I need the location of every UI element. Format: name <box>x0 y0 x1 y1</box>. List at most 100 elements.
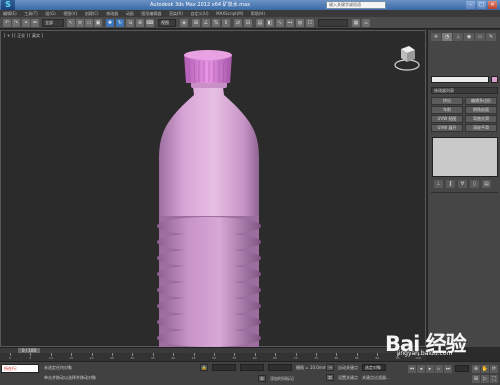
menu-item-edit[interactable]: 编辑(E) <box>0 10 20 17</box>
track-bar[interactable]: 0 5 10 15 20 25 30 35 40 45 50 55 60 65 70 75 80 85 90 95 10… <box>0 353 426 361</box>
field-of-view-icon[interactable]: ▷ <box>481 375 489 383</box>
lock-selection-icon[interactable]: 🔒 <box>200 364 208 371</box>
pan-view-icon[interactable]: ✋ <box>481 365 489 373</box>
x-coordinate-field[interactable] <box>212 364 236 371</box>
unlink-icon[interactable]: ⚮ <box>31 19 39 27</box>
orbit-icon[interactable]: ⟳ <box>490 365 498 373</box>
menu-item-create[interactable]: 创建(C) <box>82 10 102 17</box>
select-rotate-icon[interactable]: ↻ <box>116 19 124 27</box>
menu-item-group[interactable]: 组(G) <box>42 10 58 17</box>
menu-item-animation[interactable]: 动画 <box>123 10 137 17</box>
manipulate-icon[interactable]: ⊕ <box>136 19 144 27</box>
modifier-list-dropdown[interactable]: 修改器列表 <box>431 87 498 94</box>
maximize-viewport-icon[interactable]: ⛶ <box>490 375 498 383</box>
object-color-swatch[interactable] <box>491 76 498 83</box>
zoom-viewport-icon[interactable]: ⊕ <box>472 365 480 373</box>
select-by-name-icon[interactable]: ≡ <box>76 19 84 27</box>
modifier-button[interactable]: 涡轮平滑 <box>465 124 497 132</box>
modifier-button[interactable]: 编辑多边形 <box>465 97 497 105</box>
menu-item-customize[interactable]: 自定义(U) <box>188 10 212 17</box>
modifier-button[interactable]: 车削 <box>431 106 463 114</box>
link-icon[interactable]: ⚭ <box>22 19 30 27</box>
mirror-icon[interactable]: ⇄ <box>234 19 242 27</box>
window-crossing-icon[interactable]: ▣ <box>94 19 102 27</box>
viewcube-icon[interactable] <box>393 43 421 73</box>
remove-modifier-icon[interactable]: ▯ <box>470 180 479 188</box>
next-frame-icon[interactable]: ▹ <box>435 365 443 373</box>
current-frame-field[interactable] <box>455 365 469 372</box>
spinner-snap-icon[interactable]: ⇕ <box>222 19 230 27</box>
menu-item-modifiers[interactable]: 修改器 <box>103 10 121 17</box>
modifier-button[interactable]: 弯曲光滑 <box>465 115 497 123</box>
menu-item-graph-editors[interactable]: 图形编辑器 <box>138 10 164 17</box>
select-object-icon[interactable]: ↖ <box>67 19 75 27</box>
modify-tab-icon[interactable]: ◔ <box>442 33 452 41</box>
selected-dropdown[interactable]: 选定对象 <box>362 364 386 371</box>
layer-manager-icon[interactable]: ▤ <box>256 19 264 27</box>
motion-tab-icon[interactable]: ◉ <box>464 33 474 41</box>
maxscript-listener-field[interactable]: 所在行: <box>1 364 39 373</box>
y-coordinate-field[interactable] <box>240 364 264 371</box>
pin-stack-icon[interactable]: ⊥ <box>434 180 443 188</box>
render-frame-icon[interactable]: ▦ <box>352 19 360 27</box>
show-end-result-icon[interactable]: ‖ <box>446 180 455 188</box>
go-to-start-icon[interactable]: ⏮ <box>408 365 416 373</box>
search-input[interactable]: 键入关键字或短语 <box>326 1 386 9</box>
object-name-field[interactable] <box>431 76 489 83</box>
menu-item-maxscript[interactable]: MAXScript(M) <box>213 10 246 17</box>
render-production-icon[interactable]: ☕ <box>362 19 370 27</box>
perspective-viewport[interactable]: [ + ] [ 正交 ] [ 真实 ] <box>0 30 427 348</box>
auto-key-label[interactable]: 自动关键点 <box>338 365 358 371</box>
key-filters-button[interactable]: 关键点过滤器... <box>362 375 390 381</box>
maximize-button[interactable]: □ <box>477 1 486 9</box>
graphite-icon[interactable]: ◧ <box>266 19 274 27</box>
time-tag-icon[interactable]: ⏲ <box>258 375 266 382</box>
redo-icon[interactable]: ↷ <box>12 19 20 27</box>
material-editor-icon[interactable]: ◍ <box>296 19 304 27</box>
menu-item-help[interactable]: 帮助(H) <box>248 10 268 17</box>
play-icon[interactable]: ▸ <box>426 365 434 373</box>
menu-item-views[interactable]: 视图(V) <box>60 10 80 17</box>
schematic-view-icon[interactable]: ⊶ <box>286 19 294 27</box>
select-scale-icon[interactable]: ⇲ <box>126 19 134 27</box>
minimize-button[interactable]: – <box>466 1 475 9</box>
render-setup-icon[interactable]: ☐ <box>306 19 314 27</box>
modifier-button[interactable]: 倒角剖面 <box>465 106 497 114</box>
set-key-icon[interactable]: ⚿ <box>326 374 334 381</box>
modifier-button[interactable]: 挤出 <box>431 97 463 105</box>
bottle-model[interactable] <box>1 31 427 348</box>
create-tab-icon[interactable]: ✳ <box>431 33 441 41</box>
selection-filter-dropdown[interactable]: 全部 <box>42 19 64 27</box>
reference-coordinate-dropdown[interactable]: 视图 <box>158 19 176 27</box>
display-tab-icon[interactable]: ▭ <box>475 33 485 41</box>
zoom-extents-icon[interactable]: ⊞ <box>472 375 480 383</box>
modifier-button[interactable]: UVW 展开 <box>431 124 463 132</box>
curve-editor-icon[interactable]: ∿ <box>276 19 284 27</box>
add-time-tag-button[interactable]: 添加时间标记 <box>270 376 294 382</box>
undo-icon[interactable]: ↶ <box>3 19 11 27</box>
app-logo-icon[interactable]: S <box>1 0 15 10</box>
menu-item-tools[interactable]: 工具(T) <box>21 10 41 17</box>
percent-snap-icon[interactable]: % <box>212 19 220 27</box>
set-key-label[interactable]: 设置关键点 <box>338 375 358 381</box>
hierarchy-tab-icon[interactable]: ⊥ <box>453 33 463 41</box>
close-button[interactable]: ✕ <box>488 1 497 9</box>
utilities-tab-icon[interactable]: ✎ <box>486 33 496 41</box>
select-move-icon[interactable]: ✥ <box>106 19 114 27</box>
align-icon[interactable]: ⊟ <box>244 19 252 27</box>
z-coordinate-field[interactable] <box>268 364 292 371</box>
region-select-icon[interactable]: ▭ <box>85 19 93 27</box>
named-selection-set-dropdown[interactable] <box>318 19 348 27</box>
menu-item-rendering[interactable]: 渲染(R) <box>166 10 186 17</box>
previous-frame-icon[interactable]: ◂ <box>417 365 425 373</box>
keyboard-shortcut-icon[interactable]: ⌨ <box>146 19 154 27</box>
snap-3d-icon[interactable]: ⊞ <box>192 19 200 27</box>
key-mode-icon[interactable]: ⊸ <box>326 364 334 371</box>
configure-sets-icon[interactable]: ▤ <box>482 180 491 188</box>
go-to-end-icon[interactable]: ⏭ <box>444 365 452 373</box>
make-unique-icon[interactable]: ∀ <box>458 180 467 188</box>
modifier-stack-list[interactable] <box>432 137 498 177</box>
modifier-button[interactable]: UVW 贴图 <box>431 115 463 123</box>
angle-snap-icon[interactable]: ∠ <box>202 19 210 27</box>
pivot-center-icon[interactable]: ◈ <box>180 19 188 27</box>
